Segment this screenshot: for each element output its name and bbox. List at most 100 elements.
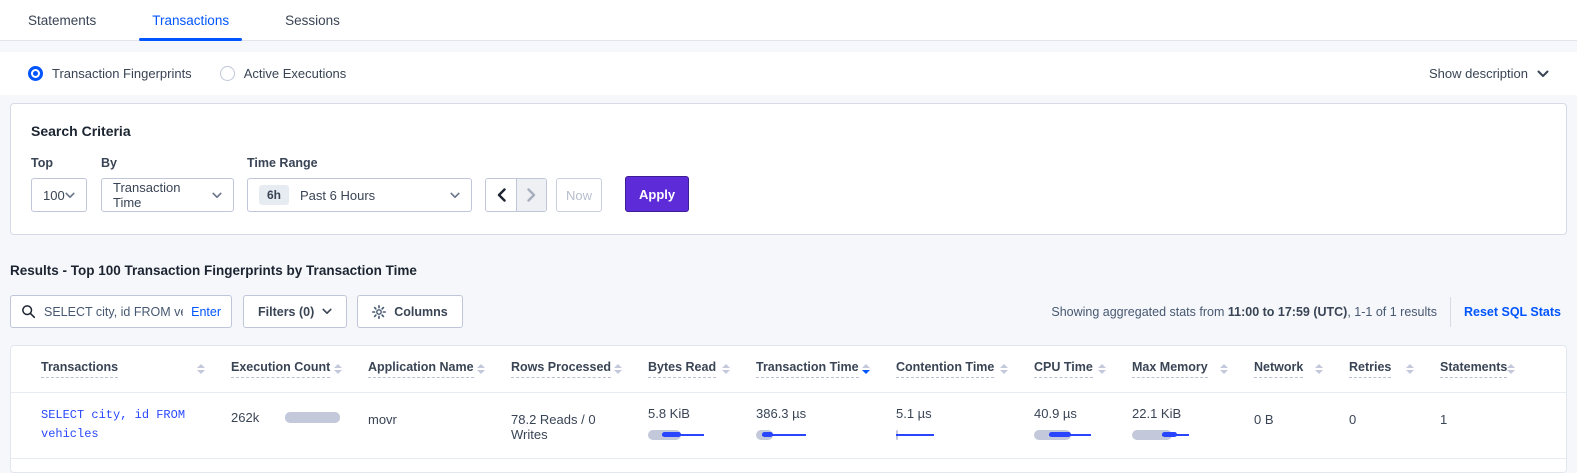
time-range-label: Time Range [247,156,472,170]
by-select[interactable]: Transaction Time [101,178,234,212]
column-label: Max Memory [1132,360,1208,378]
time-range-prev-button[interactable] [486,179,516,211]
top-select[interactable]: 100 [31,178,87,212]
metric-bar [756,430,870,440]
tab-statements[interactable]: Statements [28,0,96,40]
columns-button[interactable]: Columns [357,295,462,328]
results-heading: Results - Top 100 Transaction Fingerprin… [10,263,1567,278]
sort-icon [1098,364,1106,374]
filters-button[interactable]: Filters (0) [243,295,347,328]
cell-rows-processed: 78.2 Reads / 0 Writes [511,406,648,442]
radio-active-executions[interactable]: Active Executions [220,66,347,81]
radio-label: Active Executions [244,66,347,81]
cell-cpu-time: 40.9 µs [1034,406,1132,440]
column-header-rows-processed[interactable]: Rows Processed [511,360,648,378]
transaction-fingerprint-link[interactable]: SELECT city, id FROMvehicles [41,406,205,443]
chevron-down-icon [212,192,222,199]
column-header-network[interactable]: Network [1254,360,1349,378]
stats-time-range: 11:00 to 17:59 (UTC) [1228,305,1347,319]
now-button[interactable]: Now [556,178,602,212]
column-label: Network [1254,360,1303,378]
time-range-nav [485,178,547,212]
column-header-transactions[interactable]: Transactions [41,360,231,378]
cell-statements: 1 [1440,406,1535,427]
column-header-execution-count[interactable]: Execution Count [231,360,368,378]
apply-button-label: Apply [639,187,675,202]
sort-icon [334,364,342,374]
time-range-field: Time Range 6h Past 6 Hours [247,156,472,212]
sort-icon [1000,364,1008,374]
columns-button-label: Columns [394,305,447,319]
radio-unselected-icon [220,66,235,81]
cell-network: 0 B [1254,406,1349,427]
sort-icon [722,364,730,374]
chevron-down-icon [65,192,75,199]
column-header-max-memory[interactable]: Max Memory [1132,360,1254,378]
top-field: Top 100 [31,156,101,212]
reset-sql-stats-link[interactable]: Reset SQL Stats [1464,305,1561,319]
search-criteria-card: Search Criteria Top 100 By Transaction T… [10,103,1567,235]
table-header-row: Transactions Execution Count Application N… [11,346,1566,393]
now-button-label: Now [566,188,592,203]
chevron-down-icon [1537,70,1549,78]
time-range-badge: 6h [259,185,289,205]
apply-button[interactable]: Apply [625,176,689,212]
radio-selected-icon [28,66,43,81]
column-label: Bytes Read [648,360,716,378]
column-label: Transactions [41,360,118,378]
column-header-cpu-time[interactable]: CPU Time [1034,360,1132,378]
cell-transaction-time: 386.3 µs [756,406,896,440]
search-input[interactable]: SELECT city, id FROM vehicles W Enter [10,295,232,328]
column-label: Execution Count [231,360,330,378]
column-label: Retries [1349,360,1391,378]
column-header-retries[interactable]: Retries [1349,360,1440,378]
table-row: SELECT city, id FROMvehicles262kmovr78.2… [11,393,1566,459]
chevron-down-icon [322,308,332,315]
tab-transactions[interactable]: Transactions [152,0,229,40]
results-controls-row: SELECT city, id FROM vehicles W Enter Fi… [10,295,1567,328]
sort-icon [1315,364,1323,374]
column-header-contention-time[interactable]: Contention Time [896,360,1034,378]
chevron-down-icon [450,192,460,199]
table-body: SELECT city, id FROMvehicles262kmovr78.2… [11,393,1566,459]
gear-icon [372,305,386,319]
sort-icon [1406,364,1414,374]
column-header-application-name[interactable]: Application Name [368,360,511,378]
column-label: Contention Time [896,360,994,378]
metric-bar [1132,430,1228,440]
cell-transactions: SELECT city, id FROMvehicles [41,406,231,443]
top-label: Top [31,156,101,170]
column-label: Statements [1440,360,1507,378]
view-toggle-row: Transaction Fingerprints Active Executio… [0,52,1577,95]
by-select-value: Transaction Time [113,180,212,210]
column-header-statements[interactable]: Statements [1440,360,1535,378]
aggregated-stats-text: Showing aggregated stats from 11:00 to 1… [1051,305,1437,319]
top-select-value: 100 [43,188,65,203]
sort-icon [1507,364,1515,374]
time-range-next-button[interactable] [516,179,546,211]
tab-sessions[interactable]: Sessions [285,0,340,40]
search-enter-button[interactable]: Enter [191,305,221,319]
chevron-left-icon [497,188,506,202]
time-range-select[interactable]: 6h Past 6 Hours [247,178,472,212]
column-header-transaction-time[interactable]: Transaction Time [756,360,896,378]
results-table: Transactions Execution Count Application N… [10,345,1567,473]
page-tab-bar: Statements Transactions Sessions [0,0,1577,41]
search-input-value: SELECT city, id FROM vehicles W [44,305,183,319]
search-criteria-title: Search Criteria [31,123,1546,139]
radio-transaction-fingerprints[interactable]: Transaction Fingerprints [28,66,192,81]
vertical-divider [1450,297,1451,327]
sort-icon [614,364,622,374]
cell-retries: 0 [1349,406,1440,427]
cell-application-name: movr [368,406,511,427]
execution-count-bar [285,412,340,423]
column-header-bytes-read[interactable]: Bytes Read [648,360,756,378]
metric-bar [648,430,730,440]
sort-icon [1220,364,1228,374]
sort-icon [197,364,205,374]
search-icon [21,304,36,319]
column-label: Application Name [368,360,474,378]
cell-bytes-read: 5.8 KiB [648,406,756,440]
show-description-toggle[interactable]: Show description [1429,66,1549,81]
tab-label: Transactions [152,13,229,28]
